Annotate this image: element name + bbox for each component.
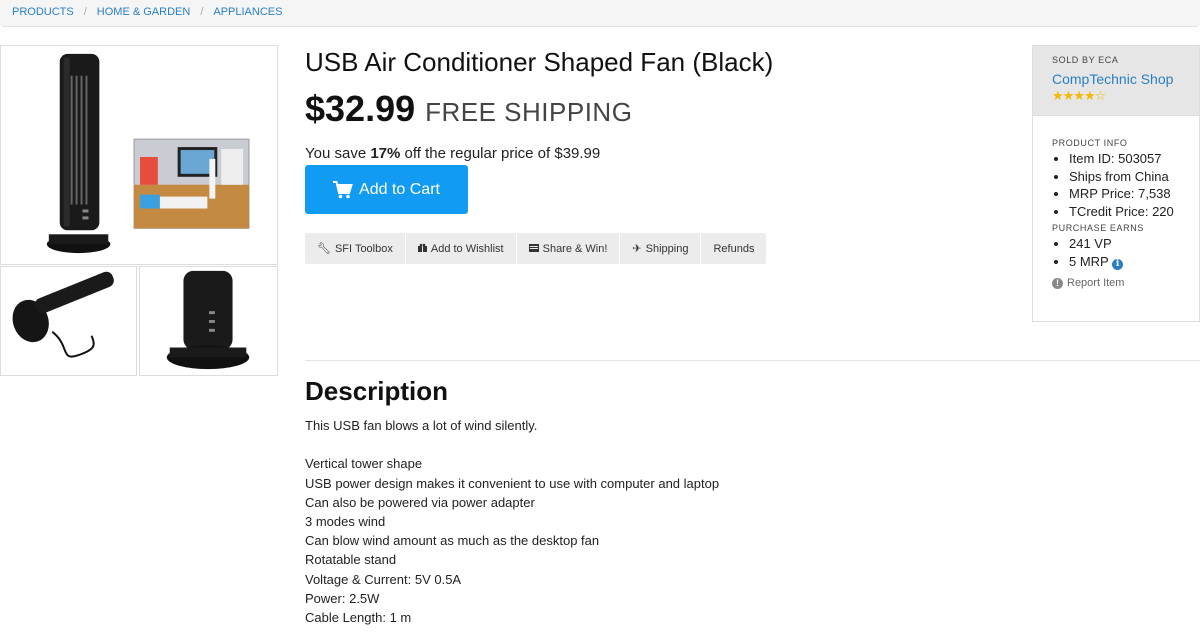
product-info-section: PRODUCT INFO Item ID: 503057 Ships from … xyxy=(1033,116,1199,289)
report-item-label: Report Item xyxy=(1067,277,1125,289)
breadcrumb: PRODUCTS / HOME & GARDEN / APPLIANCES xyxy=(0,0,1200,27)
breadcrumb-separator: / xyxy=(200,6,204,18)
description-line: Vertical tower shape xyxy=(305,456,423,472)
shipping-label: Shipping xyxy=(645,242,689,255)
description-line: Cable Length: 1 m xyxy=(305,610,412,626)
shipping-button[interactable]: ✈ Shipping xyxy=(620,233,702,264)
product-main-image[interactable] xyxy=(0,45,278,265)
list-item: Ships from China xyxy=(1069,168,1199,186)
product-price: $32.99 xyxy=(305,88,416,129)
star-filled-icon: ★ xyxy=(1073,88,1085,103)
gift-icon xyxy=(417,243,427,255)
savings-percent: 17% xyxy=(370,145,401,162)
savings-prefix: You save xyxy=(305,145,371,162)
add-to-cart-label: Add to Cart xyxy=(359,180,440,198)
refunds-label: Refunds xyxy=(713,242,755,255)
description-line: Can also be powered via power adapter xyxy=(305,494,535,510)
shop-name-link[interactable]: CompTechnic Shop xyxy=(1052,71,1199,87)
description-line: Power: 2.5W xyxy=(305,590,380,606)
breadcrumb-separator: / xyxy=(83,6,87,18)
seller-rating: ★★★★☆ xyxy=(1052,88,1199,104)
sold-by-label: SOLD BY ECA xyxy=(1052,55,1119,65)
breadcrumb-appliances[interactable]: APPLIANCES xyxy=(213,6,282,18)
breadcrumb-products[interactable]: PRODUCTS xyxy=(12,6,74,18)
description-line: Can blow wind amount as much as the desk… xyxy=(305,533,600,549)
description-line: Rotatable stand xyxy=(305,552,397,568)
list-item: 5 MRP i xyxy=(1069,253,1199,271)
tower-fan-image xyxy=(46,53,250,254)
list-item: 241 VP xyxy=(1069,235,1199,253)
add-to-wishlist-label: Add to Wishlist xyxy=(430,242,504,255)
product-thumbnail-2[interactable] xyxy=(139,266,278,376)
section-divider xyxy=(305,360,1200,361)
product-thumbnail-1[interactable] xyxy=(0,266,137,376)
share-and-win-button[interactable]: Share & Win! xyxy=(517,233,621,264)
fan-side-view-image xyxy=(12,271,114,358)
shopping-cart-icon xyxy=(333,180,353,198)
share-and-win-label: Share & Win! xyxy=(542,242,608,255)
star-filled-icon: ★ xyxy=(1083,88,1096,103)
sfi-toolbox-label: SFI Toolbox xyxy=(334,242,393,255)
product-actions-bar: 🔧︎ SFI Toolbox Add to Wishlist Share & W… xyxy=(305,233,767,264)
star-empty-icon: ☆ xyxy=(1094,88,1107,103)
price-row: $32.99 FREE SHIPPING xyxy=(305,88,632,130)
savings-suffix: off the regular price of $39.99 xyxy=(400,145,601,162)
star-filled-icon: ★ xyxy=(1062,88,1075,103)
description-body: This USB fan blows a lot of wind silentl… xyxy=(305,416,719,627)
sfi-toolbox-button[interactable]: 🔧︎ SFI Toolbox xyxy=(305,233,406,264)
refunds-button[interactable]: Refunds xyxy=(701,233,766,264)
description-intro: This USB fan blows a lot of wind silentl… xyxy=(305,418,538,433)
mrp-earn-text: 5 MRP xyxy=(1069,253,1109,269)
list-item: Item ID: 503057 xyxy=(1069,150,1199,168)
fan-base-closeup-image xyxy=(166,270,250,370)
seller-sidebar: SOLD BY ECA CompTechnic Shop ★★★★☆ PRODU… xyxy=(1032,45,1200,322)
product-title: USB Air Conditioner Shaped Fan (Black) xyxy=(305,47,774,77)
purchase-earns-label: PURCHASE EARNS xyxy=(1052,223,1144,233)
report-item-link[interactable]: ! Report Item xyxy=(1052,277,1199,289)
description-line: 3 modes wind xyxy=(305,514,386,529)
savings-text: You save 17% off the regular price of $3… xyxy=(305,145,600,162)
wrench-icon: 🔧︎ xyxy=(317,243,331,255)
add-to-cart-button[interactable]: Add to Cart xyxy=(305,165,468,214)
plane-icon: ✈ xyxy=(632,243,642,255)
product-info-list: Item ID: 503057 Ships from China MRP Pri… xyxy=(1052,150,1199,220)
purchase-earns-list: 241 VP 5 MRP i xyxy=(1052,235,1199,270)
exclamation-circle-icon: ! xyxy=(1052,277,1063,289)
description-line: Voltage & Current: 5V 0.5A xyxy=(305,571,462,587)
star-filled-icon: ★ xyxy=(1052,88,1064,103)
list-item: TCredit Price: 220 xyxy=(1069,203,1199,221)
description-title: Description xyxy=(305,376,449,406)
share-icon xyxy=(528,243,539,255)
free-shipping-label: FREE SHIPPING xyxy=(425,97,633,127)
list-item: MRP Price: 7,538 xyxy=(1069,185,1199,203)
info-icon[interactable]: i xyxy=(1112,258,1124,270)
add-to-wishlist-button[interactable]: Add to Wishlist xyxy=(406,233,517,264)
description-line: USB power design makes it convenient to … xyxy=(305,475,720,491)
seller-box: SOLD BY ECA CompTechnic Shop ★★★★☆ xyxy=(1033,46,1199,116)
breadcrumb-home-garden[interactable]: HOME & GARDEN xyxy=(97,6,191,18)
product-info-label: PRODUCT INFO xyxy=(1052,138,1128,148)
